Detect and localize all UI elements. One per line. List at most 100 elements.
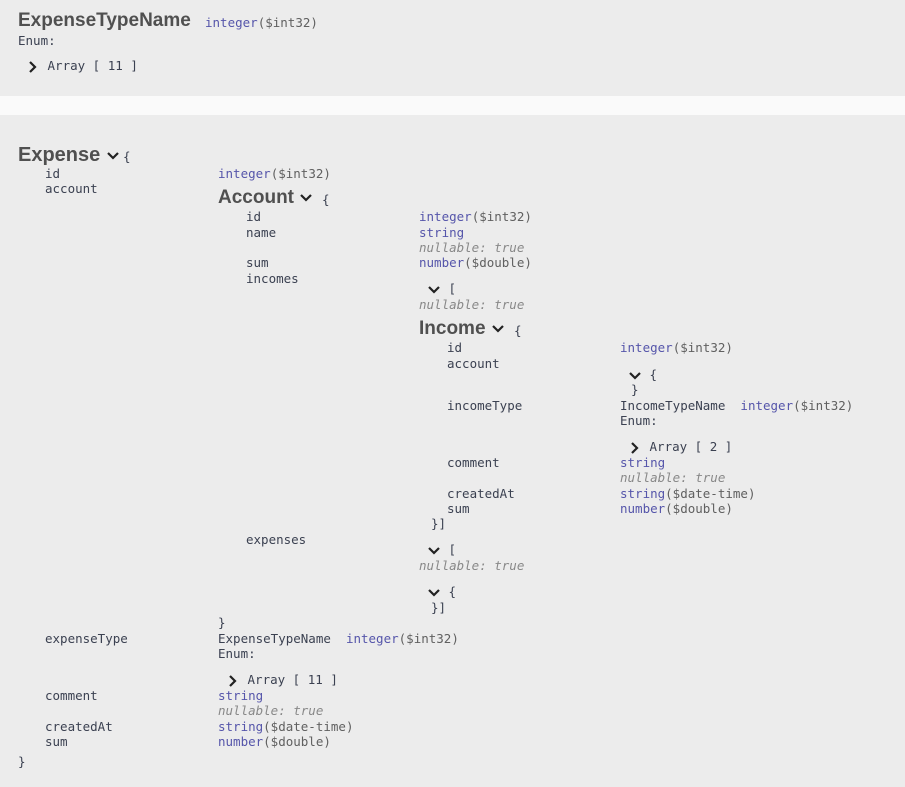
chevron-right-icon bbox=[26, 60, 40, 74]
chevron-down-icon bbox=[628, 369, 642, 383]
income-prop-name-comment: comment bbox=[447, 455, 500, 470]
format-label: ($int32) bbox=[793, 398, 854, 413]
format-label: ($int32) bbox=[270, 166, 331, 181]
enum-model-type: integer($int32) bbox=[205, 15, 318, 30]
income-prop-type-createdat: string($date-time) bbox=[620, 486, 755, 501]
chevron-right-icon bbox=[226, 674, 240, 688]
open-bracket: [ bbox=[448, 281, 457, 296]
type-label: integer bbox=[345, 631, 399, 646]
open-brace: { bbox=[448, 584, 457, 599]
format-label: ($int32) bbox=[672, 340, 733, 355]
income-prop-name-incometype: incomeType bbox=[447, 398, 523, 413]
prop-type-comment: string bbox=[218, 688, 264, 703]
type-label: number bbox=[620, 501, 666, 516]
expenses-item-collapse-button[interactable]: { bbox=[427, 584, 456, 600]
open-brace: { bbox=[649, 367, 658, 382]
prop-name-id: id bbox=[45, 166, 61, 181]
nullable-label: nullable: true bbox=[218, 703, 324, 718]
income-prop-name-sum: sum bbox=[447, 501, 470, 516]
prop-name-comment: comment bbox=[45, 688, 98, 703]
income-prop-type-incometype: IncomeTypeName integer($int32) bbox=[620, 398, 853, 413]
account-prop-name-sum: sum bbox=[246, 255, 269, 270]
chevron-down-icon bbox=[427, 283, 441, 297]
account-prop-name-incomes: incomes bbox=[246, 271, 299, 286]
type-label: string bbox=[620, 486, 666, 501]
prop-type-expensetype: ExpenseTypeName integer($int32) bbox=[218, 631, 459, 646]
format-label: ($double) bbox=[464, 255, 532, 270]
expenses-collapse-button[interactable]: [ bbox=[427, 542, 456, 558]
incomes-collapse-button[interactable]: [ bbox=[427, 281, 456, 297]
chevron-down-icon[interactable] bbox=[106, 149, 120, 163]
array-expand-button[interactable]: Array [ 11 ] bbox=[226, 672, 338, 688]
expense-open-brace: { bbox=[123, 149, 131, 164]
chevron-down-icon bbox=[427, 586, 441, 600]
nullable-label: nullable: true bbox=[620, 470, 726, 485]
income-open-brace: { bbox=[514, 323, 522, 338]
array-expand-button[interactable]: Array [ 11 ] bbox=[26, 58, 138, 74]
model-name: Income bbox=[419, 318, 486, 339]
incomes-close: }] bbox=[431, 516, 447, 531]
type-label: integer bbox=[218, 166, 271, 181]
prop-type-id: integer($int32) bbox=[218, 166, 331, 181]
account-prop-type-name: string bbox=[419, 225, 465, 240]
type-label: number bbox=[218, 734, 264, 749]
account-prop-name-expenses: expenses bbox=[246, 532, 307, 547]
account-prop-type-sum: number($double) bbox=[419, 255, 532, 270]
chevron-down-icon[interactable] bbox=[491, 322, 505, 336]
prop-name-expensetype: expenseType bbox=[45, 631, 128, 646]
prop-name-sum: sum bbox=[45, 734, 68, 749]
model-title-expense[interactable]: Expense bbox=[18, 144, 120, 166]
prop-name-account: account bbox=[45, 181, 98, 196]
array-expand-button[interactable]: Array [ 2 ] bbox=[628, 439, 732, 455]
prop-name-createdat: createdAt bbox=[45, 719, 113, 734]
income-prop-type-id: integer($int32) bbox=[620, 340, 733, 355]
format-label: ($int32) bbox=[471, 209, 532, 224]
account-prop-name-name: name bbox=[246, 225, 277, 240]
model-title-expensetypename[interactable]: ExpenseTypeName bbox=[18, 10, 191, 32]
nullable-label: nullable: true bbox=[419, 558, 525, 573]
chevron-down-icon bbox=[427, 544, 441, 558]
model-title-account[interactable]: Account bbox=[218, 187, 313, 209]
prop-type-sum: number($double) bbox=[218, 734, 331, 749]
type-label: string bbox=[218, 719, 264, 734]
model-title-income[interactable]: Income bbox=[419, 318, 505, 340]
chevron-right-icon bbox=[628, 441, 642, 455]
account-prop-type-id: integer($int32) bbox=[419, 209, 532, 224]
income-prop-type-sum: number($double) bbox=[620, 501, 733, 516]
type-label: integer bbox=[740, 398, 794, 413]
enum-label: Enum: bbox=[18, 33, 56, 48]
type-label: integer bbox=[419, 209, 472, 224]
array-toggle-label: Array [ 2 ] bbox=[649, 439, 733, 454]
open-bracket: [ bbox=[448, 542, 457, 557]
ref-name: IncomeTypeName bbox=[620, 398, 726, 413]
format-label: ($double) bbox=[263, 734, 331, 749]
income-prop-name-id: id bbox=[447, 340, 463, 355]
close-brace: } bbox=[631, 382, 639, 397]
format-label: ($date-time) bbox=[665, 486, 756, 501]
income-prop-name-createdat: createdAt bbox=[447, 486, 515, 501]
enum-label: Enum: bbox=[620, 413, 658, 428]
array-toggle-label: Array [ 11 ] bbox=[247, 672, 338, 687]
expense-close-brace: } bbox=[18, 754, 26, 769]
format-label: ($int32) bbox=[257, 15, 318, 30]
model-name: Account bbox=[218, 187, 294, 208]
format-label: ($date-time) bbox=[263, 719, 354, 734]
type-label: integer bbox=[620, 340, 673, 355]
income-account-collapse-button[interactable]: { bbox=[628, 367, 657, 383]
array-toggle-label: Array [ 11 ] bbox=[47, 58, 138, 73]
model-name: Expense bbox=[18, 144, 101, 166]
format-label: ($int32) bbox=[398, 631, 459, 646]
nullable-label: nullable: true bbox=[419, 297, 525, 312]
income-prop-type-comment: string bbox=[620, 455, 666, 470]
account-open-brace: { bbox=[322, 192, 330, 207]
account-prop-name-id: id bbox=[246, 209, 262, 224]
type-label: integer bbox=[205, 15, 258, 30]
prop-type-createdat: string($date-time) bbox=[218, 719, 353, 734]
format-label: ($double) bbox=[665, 501, 733, 516]
enum-label: Enum: bbox=[218, 646, 256, 661]
chevron-down-icon[interactable] bbox=[299, 191, 313, 205]
type-label: number bbox=[419, 255, 465, 270]
income-prop-name-account: account bbox=[447, 356, 500, 371]
expenses-close: }] bbox=[431, 600, 447, 615]
account-close-brace: } bbox=[218, 615, 226, 630]
